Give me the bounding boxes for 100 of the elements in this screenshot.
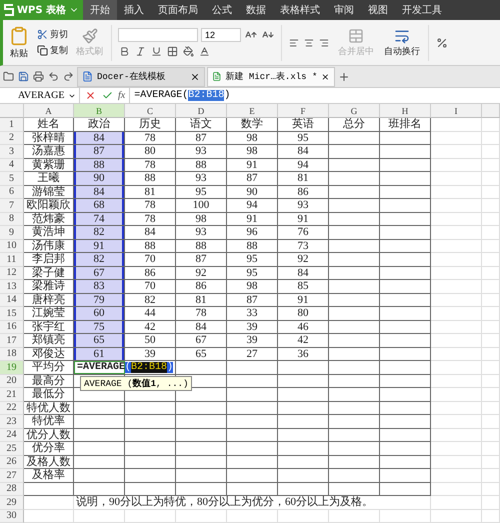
table-cell[interactable]: 74 [74,212,125,226]
table-cell[interactable]: 及格率 [24,469,74,482]
table-cell[interactable]: 78 [176,307,227,320]
table-cell[interactable] [380,280,431,294]
table-cell[interactable]: 93 [278,199,329,212]
menu-tab[interactable]: 插入 [117,0,152,20]
table-cell[interactable]: 100 [176,199,227,212]
close-icon[interactable] [321,72,330,82]
table-cell[interactable] [227,482,278,496]
align-right-icon[interactable] [318,36,330,48]
table-cell[interactable]: 87 [227,294,278,307]
table-cell[interactable]: 98 [227,280,278,294]
table-cell[interactable] [176,456,227,469]
table-cell[interactable]: 84 [278,145,329,158]
table-cell[interactable]: 86 [278,186,329,199]
border-icon[interactable] [166,44,179,58]
table-cell[interactable]: 82 [74,253,125,266]
copy-button[interactable]: 复制 [37,44,68,57]
table-cell[interactable] [74,428,125,442]
table-cell[interactable]: 73 [278,240,329,253]
table-cell[interactable]: 特优率 [24,415,74,428]
menu-tab[interactable]: 表格样式 [273,0,328,20]
table-cell[interactable] [329,402,380,415]
table-cell[interactable]: 39 [227,320,278,334]
table-cell[interactable]: 优分人数 [24,428,74,442]
open-icon[interactable] [2,70,15,83]
table-cell[interactable]: 87 [227,172,278,186]
table-cell[interactable]: 96 [227,226,278,240]
undo-icon[interactable] [47,70,60,83]
table-cell[interactable]: 95 [176,186,227,199]
table-cell[interactable]: 61 [74,348,125,361]
table-cell[interactable] [329,388,380,402]
table-cell[interactable]: 86 [176,280,227,294]
table-cell[interactable] [278,402,329,415]
table-cell[interactable]: 95 [227,266,278,280]
table-cell[interactable] [329,199,380,212]
table-cell[interactable]: 33 [227,307,278,320]
menu-tab[interactable]: 开发工具 [395,0,450,20]
table-cell[interactable] [74,402,125,415]
table-cell[interactable]: 67 [74,266,125,280]
table-cell[interactable]: 94 [227,199,278,212]
table-cell[interactable] [329,415,380,428]
document-tab[interactable]: 新建 Micr…表.xls * [207,66,335,86]
menu-tab[interactable]: 开始 [83,0,118,20]
table-cell[interactable] [74,482,125,496]
table-cell[interactable]: 27 [227,348,278,361]
table-cell[interactable] [329,442,380,456]
table-cell[interactable]: 84 [74,132,125,145]
table-cell[interactable]: 87 [176,132,227,145]
column-header[interactable]: H [380,104,431,118]
table-cell[interactable] [380,402,431,415]
table-cell[interactable]: 优分率 [24,442,74,456]
table-cell[interactable]: 数学 [227,118,278,132]
table-cell[interactable]: 86 [125,266,176,280]
table-cell[interactable]: 70 [125,253,176,266]
table-cell[interactable] [125,402,176,415]
table-cell[interactable] [227,374,278,388]
column-header[interactable]: A [24,104,74,118]
table-cell[interactable]: 65 [176,348,227,361]
column-header[interactable]: D [176,104,227,118]
table-cell[interactable] [380,132,431,145]
table-cell[interactable] [380,212,431,226]
table-cell[interactable]: 79 [74,294,125,307]
table-cell[interactable]: 98 [227,145,278,158]
table-cell[interactable] [329,132,380,145]
table-cell[interactable]: 36 [278,348,329,361]
table-cell[interactable]: 81 [278,172,329,186]
table-cell[interactable]: 95 [227,253,278,266]
table-cell[interactable]: 88 [74,158,125,172]
table-cell[interactable] [176,469,227,482]
formula-field[interactable]: =AVERAGE(B2:B18) [129,88,500,103]
table-cell[interactable]: 80 [278,307,329,320]
table-cell[interactable]: 76 [278,226,329,240]
table-cell[interactable] [329,307,380,320]
table-cell[interactable]: 78 [125,158,176,172]
table-cell[interactable] [329,145,380,158]
table-cell[interactable] [329,374,380,388]
font-name-field[interactable] [118,28,198,42]
table-cell[interactable]: 87 [176,253,227,266]
table-cell[interactable]: 班排名 [380,118,431,132]
table-cell[interactable]: 95 [278,132,329,145]
table-cell[interactable]: 87 [74,145,125,158]
table-cell[interactable]: 特优人数 [24,402,74,415]
table-cell[interactable]: 历史 [125,118,176,132]
table-cell[interactable] [227,456,278,469]
table-cell[interactable] [278,482,329,496]
table-cell[interactable]: 84 [125,226,176,240]
table-cell[interactable]: 88 [227,240,278,253]
table-cell[interactable] [380,266,431,280]
table-cell[interactable]: 68 [74,199,125,212]
table-cell[interactable]: 91 [278,294,329,307]
align-left-icon[interactable] [288,36,300,48]
table-cell[interactable]: 67 [176,334,227,348]
table-cell[interactable] [24,482,74,496]
table-cell[interactable] [329,294,380,307]
app-menu-button[interactable]: WPS 表格 [0,0,84,20]
font-color-icon[interactable] [198,44,211,58]
table-cell[interactable] [176,402,227,415]
underline-icon[interactable] [150,44,163,58]
table-cell[interactable]: 60 [74,307,125,320]
